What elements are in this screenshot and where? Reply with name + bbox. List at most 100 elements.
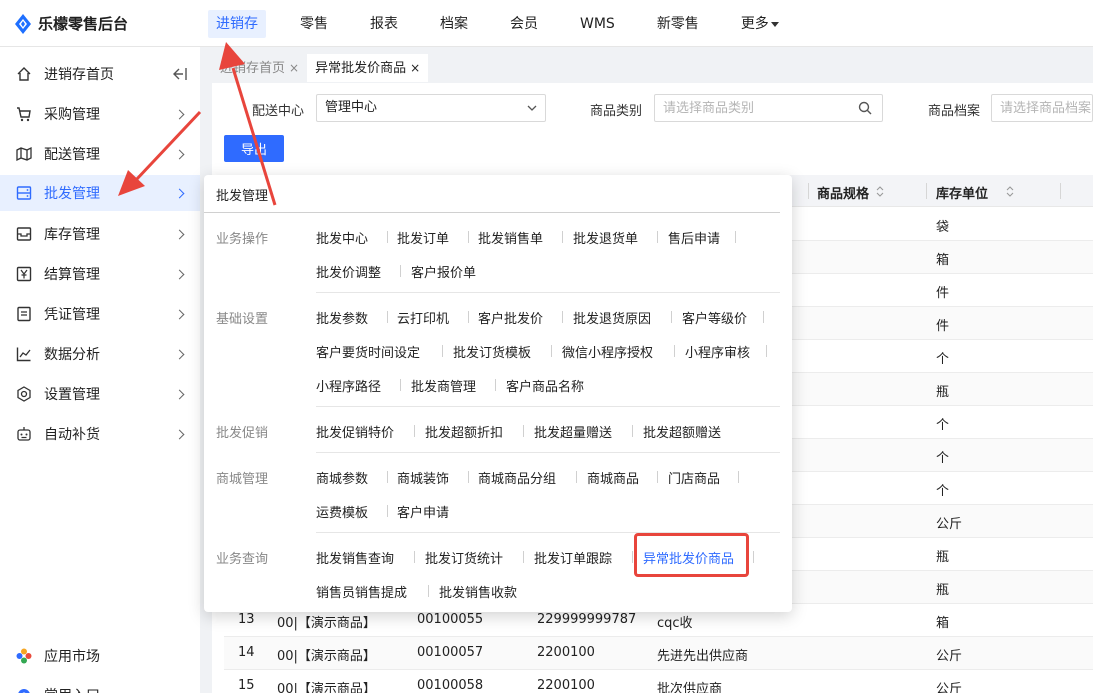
- menu-salesperson-commission[interactable]: 销售员销售提成: [316, 582, 407, 601]
- menu-mall-product[interactable]: 商城商品: [587, 468, 639, 487]
- tab-jxc-home[interactable]: 进销存首页 ×: [212, 54, 308, 82]
- menu-wholesale-return[interactable]: 批发退货单: [573, 228, 638, 247]
- sidebar-item-settlement[interactable]: 结算管理: [0, 256, 200, 292]
- sidebar-item-label: 批发管理: [44, 186, 100, 202]
- top-nav-new-retail[interactable]: 新零售: [649, 10, 707, 38]
- search-icon[interactable]: [858, 101, 872, 115]
- menu-mall-decor[interactable]: 商城装饰: [397, 468, 449, 487]
- group-label-basic: 基础设置: [216, 312, 269, 327]
- sidebar-item-auto-replenish[interactable]: 自动补货: [0, 416, 200, 452]
- column-divider: [926, 183, 927, 199]
- sidebar-item-wholesale[interactable]: 批发管理: [0, 175, 200, 211]
- sidebar-item-inventory[interactable]: 库存管理: [0, 216, 200, 252]
- menu-order-template[interactable]: 批发订货模板: [453, 342, 531, 361]
- menu-over-discount[interactable]: 批发超额折扣: [425, 422, 503, 441]
- top-nav-wms[interactable]: WMS: [572, 10, 623, 38]
- cell-code: 00100057: [417, 645, 484, 660]
- link-separator: [753, 551, 754, 563]
- home-icon: [17, 67, 31, 81]
- menu-after-sale[interactable]: 售后申请: [668, 228, 720, 247]
- menu-mall-group[interactable]: 商城商品分组: [478, 468, 556, 487]
- cell-unit: 瓶: [936, 583, 950, 598]
- menu-customer-quote[interactable]: 客户报价单: [411, 262, 476, 281]
- top-nav-retail[interactable]: 零售: [292, 10, 336, 38]
- map-icon: [16, 146, 32, 162]
- category-input[interactable]: [654, 94, 883, 122]
- menu-order-tracking[interactable]: 批发订单跟踪: [534, 548, 612, 567]
- menu-price-adjust[interactable]: 批发价调整: [316, 262, 381, 281]
- cell-barcode: 2200100: [537, 678, 595, 693]
- top-nav-jxc[interactable]: 进销存: [208, 10, 266, 38]
- wholesale-menu-panel: 批发管理 业务操作 批发中心 批发订单 批发销售单 批发退货单 售后申请 批发价…: [204, 175, 792, 612]
- brand-logo[interactable]: 乐檬零售后台: [14, 13, 128, 34]
- cell-name: 00|【演示商品】: [277, 649, 376, 664]
- menu-miniprogram-path[interactable]: 小程序路径: [316, 376, 381, 395]
- menu-wholesale-center[interactable]: 批发中心: [316, 228, 368, 247]
- cell-unit: 件: [936, 319, 950, 334]
- menu-return-reason[interactable]: 批发退货原因: [573, 308, 651, 327]
- export-button[interactable]: 导出: [224, 135, 284, 162]
- sidebar-item-delivery[interactable]: 配送管理: [0, 136, 200, 172]
- sort-icon[interactable]: [876, 186, 884, 197]
- menu-store-product[interactable]: 门店商品: [668, 468, 720, 487]
- link-separator: [674, 345, 675, 357]
- sidebar-item-settings[interactable]: 设置管理: [0, 376, 200, 412]
- sidebar-item-app-market[interactable]: 应用市场: [0, 638, 200, 674]
- tab-abnormal-price[interactable]: 异常批发价商品 ×: [307, 54, 429, 82]
- link-separator: [562, 311, 563, 323]
- group-label-query: 业务查询: [216, 552, 269, 567]
- top-nav-member[interactable]: 会员: [502, 10, 546, 38]
- app-root: 乐檬零售后台 进销存 零售 报表 档案 会员 WMS 新零售 更多 进销存首页 …: [0, 0, 1093, 693]
- menu-customer-price[interactable]: 客户批发价: [478, 308, 543, 327]
- top-nav-report[interactable]: 报表: [362, 10, 406, 38]
- tab-label: 进销存首页: [220, 61, 286, 76]
- top-nav-archive[interactable]: 档案: [432, 10, 476, 38]
- cell-unit: 瓶: [936, 385, 950, 400]
- menu-sales-query[interactable]: 批发销售查询: [316, 548, 394, 567]
- link-separator: [495, 379, 496, 391]
- sidebar-item-label: 数据分析: [44, 347, 100, 363]
- brand-name: 乐檬零售后台: [38, 15, 129, 33]
- table-row[interactable]: 15 00|【演示商品】 00100058 2200100 批次供应商 公斤: [224, 670, 1093, 693]
- menu-cloud-printer[interactable]: 云打印机: [397, 308, 449, 327]
- menu-params[interactable]: 批发参数: [316, 308, 368, 327]
- sidebar-item-voucher[interactable]: 凭证管理: [0, 296, 200, 332]
- delivery-center-select[interactable]: 管理中心: [316, 94, 546, 122]
- collapse-icon[interactable]: [172, 67, 188, 81]
- menu-customer-product-name[interactable]: 客户商品名称: [506, 376, 584, 395]
- menu-freight-template[interactable]: 运费模板: [316, 502, 368, 521]
- menu-promo-special[interactable]: 批发促销特价: [316, 422, 394, 441]
- menu-quantity-gift[interactable]: 批发超量赠送: [534, 422, 612, 441]
- document-icon: [17, 306, 31, 322]
- menu-wholesale-order[interactable]: 批发订单: [397, 228, 449, 247]
- menu-dealer-manage[interactable]: 批发商管理: [411, 376, 476, 395]
- menu-order-stats[interactable]: 批发订货统计: [425, 548, 503, 567]
- menu-sales-receipt[interactable]: 批发销售收款: [439, 582, 517, 601]
- menu-delivery-time[interactable]: 客户要货时间设定: [316, 342, 420, 361]
- menu-miniprogram-review[interactable]: 小程序审核: [685, 342, 750, 361]
- header-unit[interactable]: 库存单位: [936, 183, 988, 202]
- cell-supplier: cqc收: [657, 616, 693, 631]
- top-nav-more[interactable]: 更多: [733, 10, 787, 38]
- sidebar-item-label: 设置管理: [44, 387, 100, 403]
- cell-unit: 箱: [936, 253, 950, 268]
- sidebar-item-shortcut[interactable]: 常用入口: [0, 677, 200, 693]
- header-spec[interactable]: 商品规格: [817, 183, 869, 202]
- close-icon[interactable]: ×: [289, 61, 299, 75]
- menu-mall-params[interactable]: 商城参数: [316, 468, 368, 487]
- close-icon[interactable]: ×: [410, 61, 420, 75]
- table-row[interactable]: 14 00|【演示商品】 00100057 2200100 先进先出供应商 公斤: [224, 637, 1093, 670]
- menu-customer-apply[interactable]: 客户申请: [397, 502, 449, 521]
- menu-wechat-auth[interactable]: 微信小程序授权: [562, 342, 653, 361]
- sidebar-item-home[interactable]: 进销存首页: [0, 56, 200, 92]
- menu-wholesale-sales[interactable]: 批发销售单: [478, 228, 543, 247]
- menu-amount-gift[interactable]: 批发超额赠送: [643, 422, 721, 441]
- menu-customer-level-price[interactable]: 客户等级价: [682, 308, 747, 327]
- archive-input[interactable]: [991, 94, 1093, 122]
- sidebar-item-analytics[interactable]: 数据分析: [0, 336, 200, 372]
- sidebar-item-label: 应用市场: [44, 649, 100, 665]
- delivery-center-value: 管理中心: [325, 100, 378, 115]
- sidebar-item-label: 进销存首页: [44, 67, 114, 83]
- sort-icon[interactable]: [1006, 186, 1014, 197]
- sidebar-item-purchase[interactable]: 采购管理: [0, 96, 200, 132]
